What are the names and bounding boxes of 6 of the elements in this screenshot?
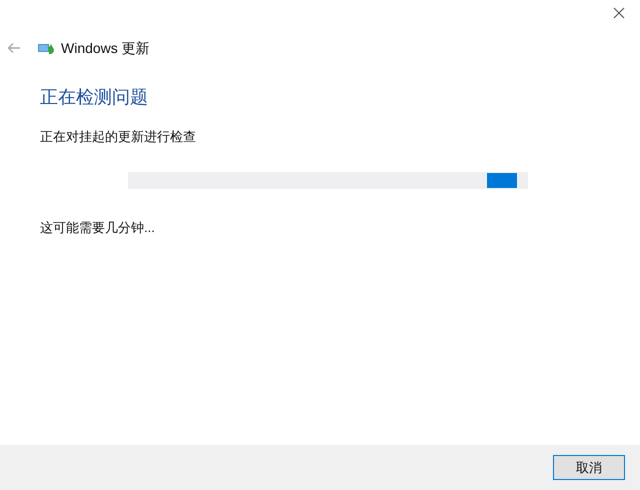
window-title: Windows 更新 xyxy=(61,38,150,58)
status-text: 正在对挂起的更新进行检查 xyxy=(40,128,197,146)
note-text: 这可能需要几分钟... xyxy=(40,218,156,236)
update-icon xyxy=(38,42,55,54)
heading: 正在检测问题 xyxy=(40,86,149,109)
cancel-button[interactable]: 取消 xyxy=(553,455,625,480)
